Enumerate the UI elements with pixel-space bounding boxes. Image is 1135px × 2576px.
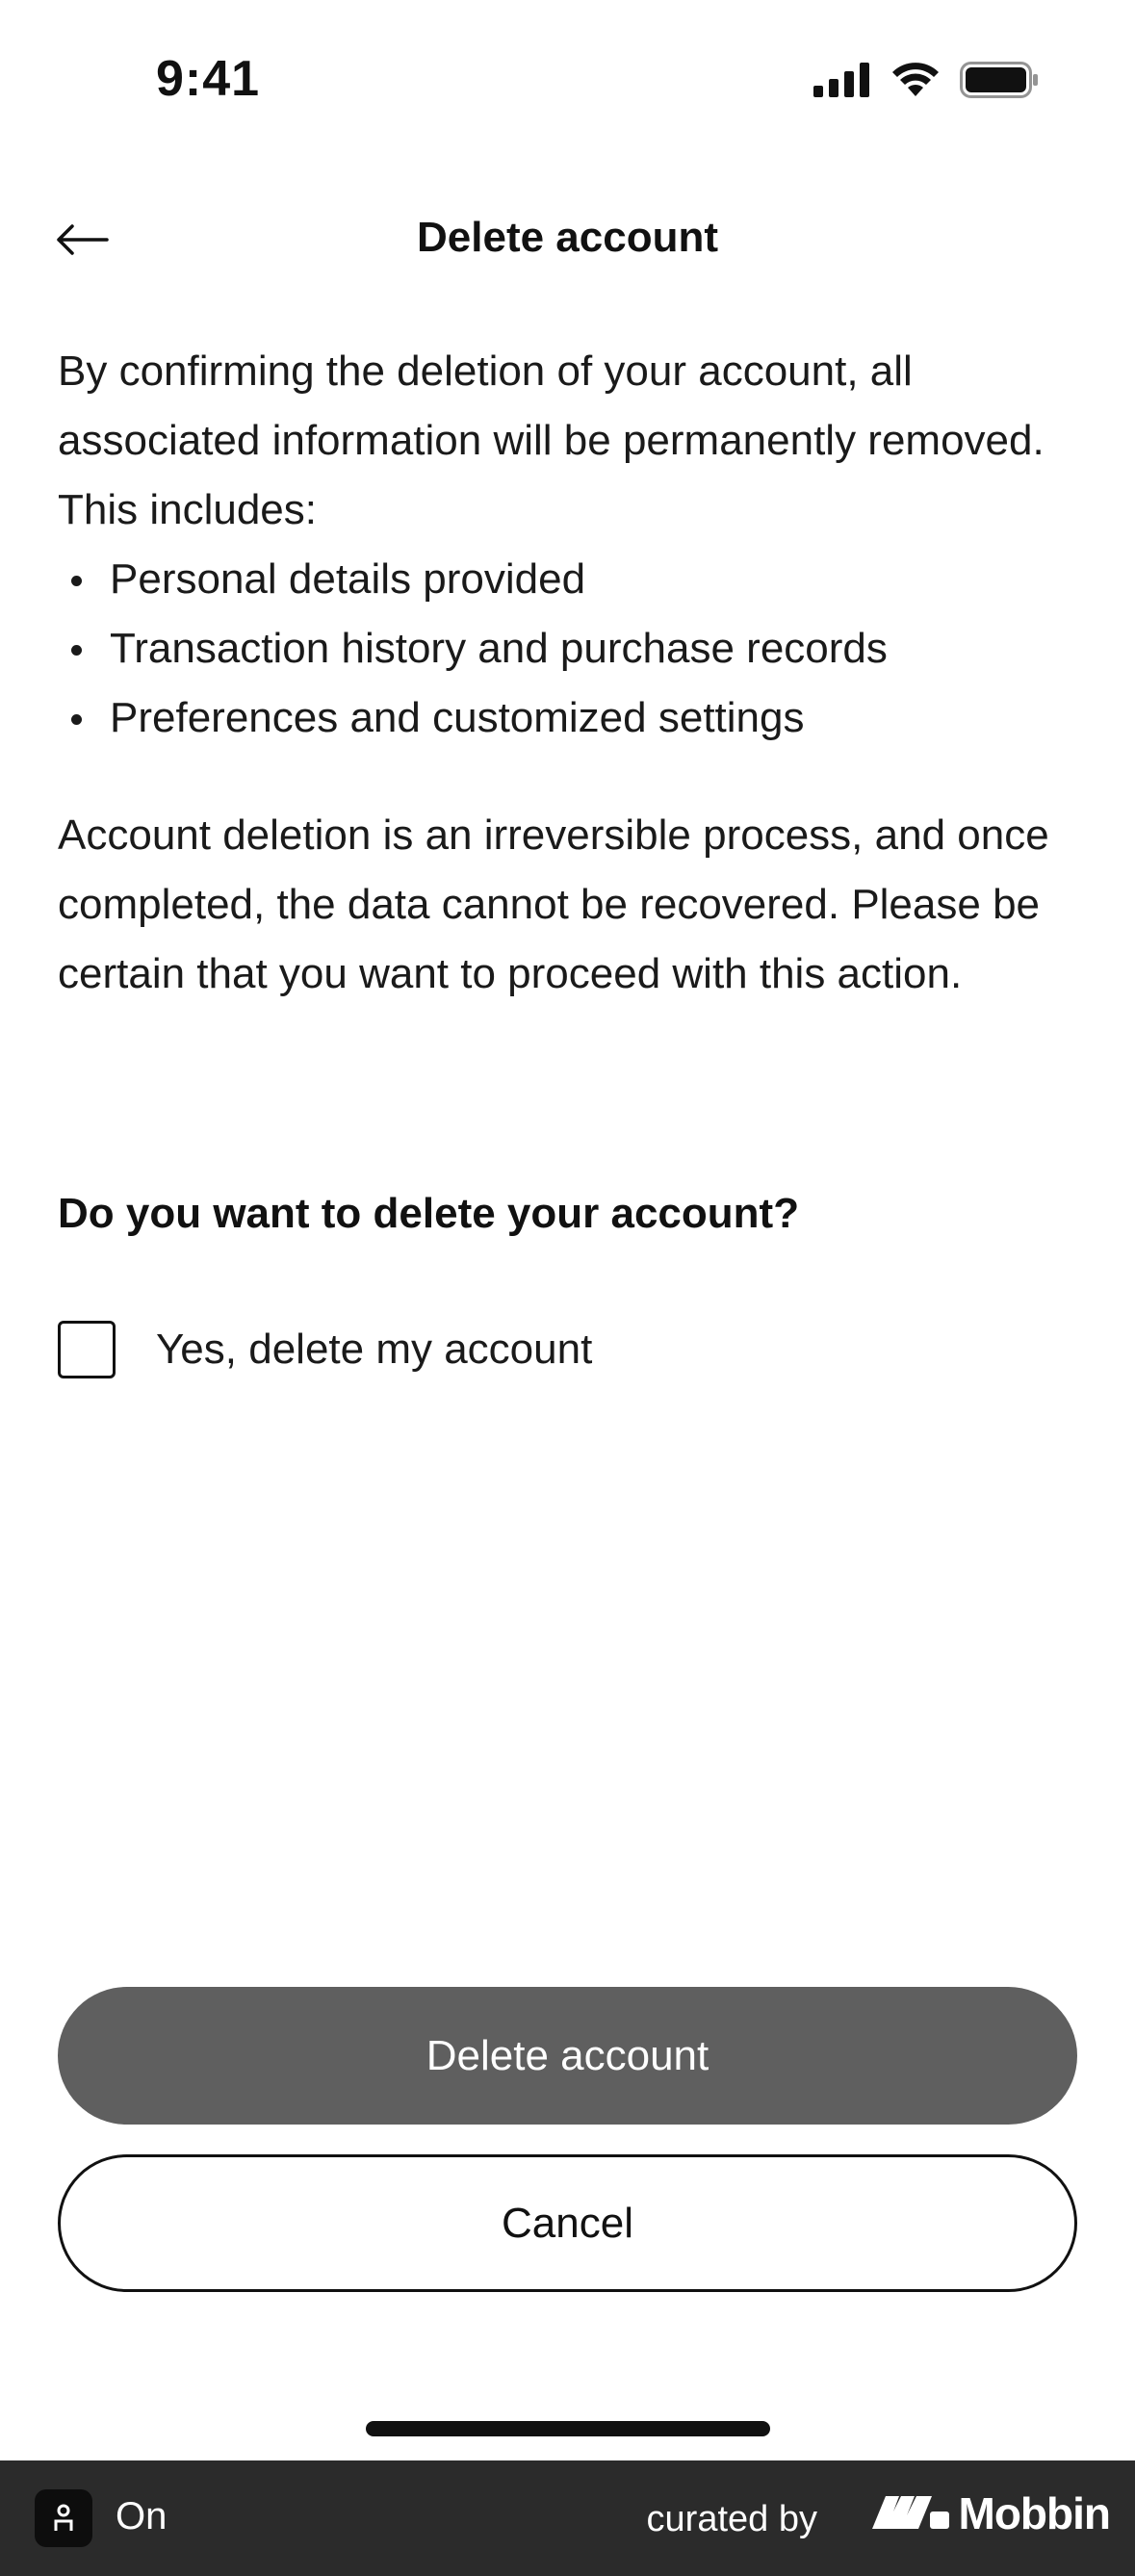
nav-bar: Delete account: [0, 193, 1135, 289]
cellular-signal-icon: [813, 63, 871, 102]
list-item: Personal details provided: [58, 545, 1078, 614]
confirm-checkbox[interactable]: [58, 1321, 116, 1378]
deletion-info: By confirming the deletion of your accou…: [58, 337, 1078, 1009]
confirm-question: Do you want to delete your account?: [58, 1190, 800, 1237]
footer-brand: Mobbin: [871, 2487, 1111, 2539]
confirm-checkbox-label[interactable]: Yes, delete my account: [156, 1326, 592, 1374]
warning-text: Account deletion is an irreversible proc…: [58, 811, 1049, 997]
intro-text: By confirming the deletion of your accou…: [58, 348, 1045, 533]
footer-bar: On curated by Mobbin: [0, 2460, 1135, 2576]
status-bar: 9:41: [0, 0, 1135, 164]
wifi-icon: [890, 62, 941, 103]
page-title: Delete account: [417, 214, 718, 261]
footer-curated-by: curated by: [646, 2499, 817, 2539]
cancel-button[interactable]: Cancel: [58, 2154, 1077, 2292]
mobbin-logo-icon: [871, 2492, 949, 2536]
delete-account-button[interactable]: Delete account: [58, 1987, 1077, 2125]
home-indicator: [366, 2421, 770, 2436]
footer-app-name: On: [116, 2495, 168, 2537]
status-time: 9:41: [156, 51, 261, 107]
battery-icon: [960, 62, 1039, 103]
app-logo-icon: [35, 2489, 92, 2547]
footer-brand-name: Mobbin: [958, 2488, 1111, 2538]
deleted-data-list: Personal details provided Transaction hi…: [58, 545, 1078, 753]
status-icons: [813, 62, 1039, 103]
list-item: Preferences and customized settings: [58, 683, 1078, 753]
confirm-checkbox-row[interactable]: Yes, delete my account: [58, 1321, 592, 1378]
list-item: Transaction history and purchase records: [58, 614, 1078, 683]
